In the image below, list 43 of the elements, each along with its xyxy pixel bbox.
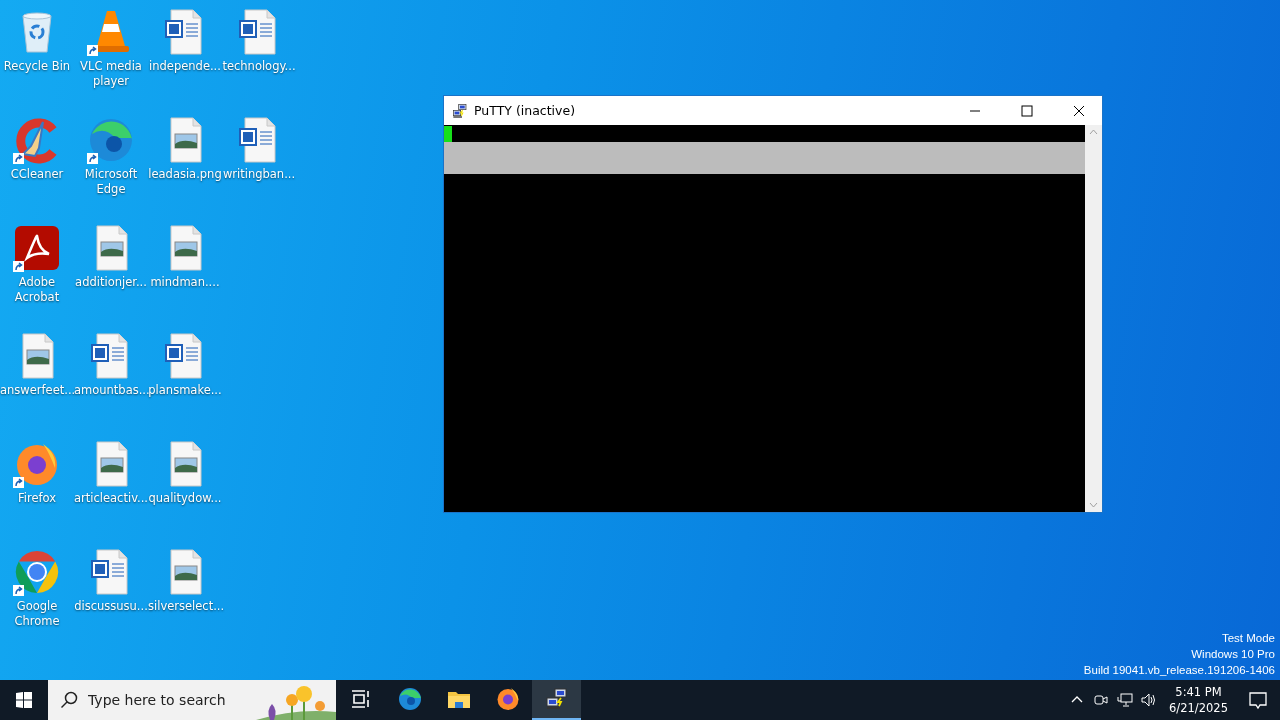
desktop-icon-label[interactable]: mindman.... [148, 275, 222, 290]
system-info-text: Windows 10 Pro [1191, 647, 1275, 662]
firefox-icon [495, 687, 520, 711]
desktop-icon-label[interactable]: silverselect... [148, 599, 222, 614]
edge-icon [397, 687, 422, 711]
maximize-icon[interactable] [1021, 104, 1033, 117]
acrobat-icon [13, 224, 61, 272]
network-icon[interactable] [1117, 692, 1134, 708]
desktop-icon-label[interactable]: plansmake... [148, 383, 222, 398]
volume-icon[interactable] [1141, 692, 1158, 708]
desktop-icon-label[interactable]: CCleaner [0, 167, 74, 182]
desktop-icon-label[interactable]: Firefox [0, 491, 74, 506]
desktop-icon-label[interactable]: answerfeet... [0, 383, 74, 398]
computers-icon [452, 102, 468, 119]
desktop-icon-label[interactable]: Recycle Bin [0, 59, 74, 74]
clock[interactable]: 5:41 PM 6/21/2025 [1161, 684, 1236, 716]
desktop-icon-label[interactable]: additionjer... [74, 275, 148, 290]
camera-icon[interactable] [1093, 692, 1110, 708]
desktop-icon-label[interactable]: technology... [222, 59, 296, 74]
system-info-text: Build 19041.vb_release.191206-1406 [1083, 663, 1275, 678]
system-info-text: Test Mode [1221, 631, 1275, 646]
desktop-icon-label[interactable]: writingban... [222, 167, 296, 182]
desktop-icon-label[interactable]: Google Chrome [0, 599, 74, 629]
search-icon [60, 691, 78, 709]
desktop-icon-label[interactable]: amountbas... [74, 383, 148, 398]
taskbar-app-button[interactable] [532, 680, 581, 720]
desktop-icon-label[interactable]: Adobe Acrobat [0, 275, 74, 305]
desktop-icon-label[interactable]: leadasia.png [148, 167, 222, 182]
desktop-icon-label[interactable]: independe... [148, 59, 222, 74]
window-title: PuTTY (inactive) [474, 103, 577, 118]
desktop-icon-label[interactable]: discussusu... [74, 599, 148, 614]
desktop-icon-label[interactable]: articleactiv... [74, 491, 148, 506]
terminal-cursor [444, 126, 452, 142]
edge-icon [87, 116, 135, 164]
desktop-icon-label[interactable]: Microsoft Edge [74, 167, 148, 197]
windows-start-icon[interactable] [16, 692, 32, 708]
chrome-icon [13, 548, 61, 596]
notification-icon[interactable] [1248, 690, 1268, 710]
desktop-icon-label[interactable]: qualitydow... [148, 491, 222, 506]
search-field[interactable]: Type here to search [88, 692, 258, 708]
close-icon[interactable] [1073, 104, 1085, 117]
computers-icon [544, 687, 569, 711]
desktop-icon-label[interactable]: VLC media player [74, 59, 148, 89]
